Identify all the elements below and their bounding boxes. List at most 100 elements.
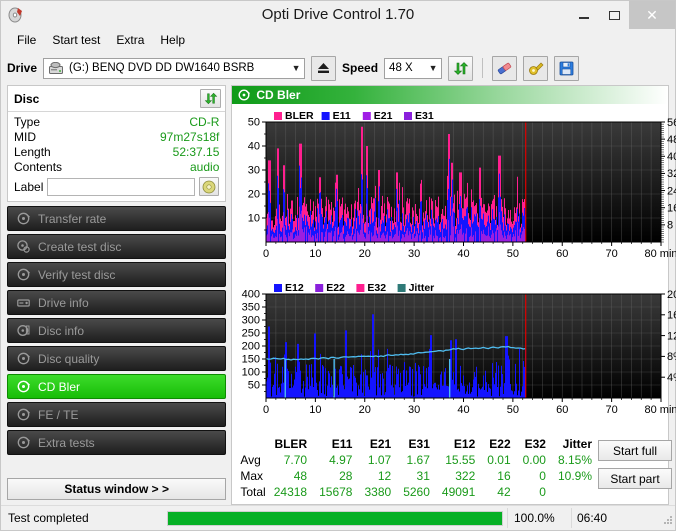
svg-text:80 min: 80 min [645, 404, 676, 416]
charts-svg[interactable]: BLER E11 E21 E3110203040500 10 20 30 40 50 60 70 80… [232, 104, 676, 428]
menu-bar: File Start test Extra Help [1, 29, 675, 51]
disc-key-length: Length [14, 145, 51, 159]
disc-label-key: Label [14, 179, 44, 194]
sidebar: Disc Type CD-R MID 97m27s18f Length 52:3… [7, 85, 227, 505]
status-bar: Test completed 100.0% 06:40 [1, 505, 675, 530]
status-message: Test completed [8, 511, 89, 525]
status-window-button[interactable]: Status window > > [7, 478, 227, 500]
sidebar-item-fe-te[interactable]: FE / TE [7, 402, 227, 427]
maximize-button[interactable] [599, 1, 629, 29]
disc-properties: Type CD-R MID 97m27s18f Length 52:37.15 … [8, 112, 225, 201]
eject-button[interactable] [311, 55, 337, 81]
drive-toolbar: Drive (G:) BENQ DVD DD DW1640 BSRB ▼ Spe… [1, 51, 675, 85]
progress-fill [168, 511, 502, 525]
svg-text:40 X: 40 X [667, 151, 676, 163]
sidebar-item-create-test-disc[interactable]: Create test disc [7, 234, 227, 259]
sidebar-item-label: Disc info [38, 323, 85, 338]
charts-area: BLER E11 E21 E31 10 20 30 40 50 0 10 20 30 40 50 60 70 80… [232, 104, 676, 435]
content-panel: CD Bler BLER E11 E21 E31 10 20 30 40 50 0 10 20 30 40… [231, 85, 676, 505]
svg-text:50: 50 [248, 117, 260, 129]
tools-button[interactable] [523, 55, 549, 81]
disc-refresh-button[interactable] [200, 89, 222, 108]
table-header-row: BLER E11 E21 E31 E12 E22 E32 Jitter [236, 437, 598, 452]
svg-text:16%: 16% [667, 310, 676, 322]
stat-max-e32: 0 [539, 469, 546, 483]
disc-key-type: Type [14, 115, 41, 129]
menu-item-help[interactable]: Help [152, 31, 193, 49]
stat-total-e31: 5260 [403, 485, 430, 499]
disc-row-type: Type CD-R [14, 115, 219, 130]
disc-icon [16, 435, 31, 450]
svg-text:8%: 8% [667, 351, 676, 363]
sidebar-item-label: Extra tests [38, 435, 95, 450]
elapsed-time: 06:40 [571, 508, 659, 528]
sidebar-item-label: Transfer rate [38, 211, 107, 226]
svg-text:16 X: 16 X [667, 203, 676, 215]
disc-icon [16, 351, 31, 366]
sidebar-item-label: Create test disc [38, 239, 122, 254]
stat-total-bler: 24318 [273, 485, 308, 499]
svg-text:4%: 4% [667, 372, 676, 384]
svg-text:E31: E31 [415, 110, 434, 122]
stat-avg-e31: 1.67 [406, 453, 430, 467]
svg-text:20: 20 [359, 404, 371, 416]
stat-total-jitter [552, 484, 598, 500]
erase-button[interactable] [492, 55, 518, 81]
save-button[interactable] [554, 55, 580, 81]
svg-text:300: 300 [242, 315, 260, 327]
sidebar-item-label: Drive info [38, 295, 89, 310]
stat-avg-e21: 1.07 [367, 453, 392, 467]
disc-row-mid: MID 97m27s18f [14, 130, 219, 145]
svg-text:60: 60 [557, 404, 569, 416]
toolbar-separator [482, 58, 484, 78]
stat-avg-e32: 0.00 [522, 453, 546, 467]
stat-max-e21: 12 [377, 469, 392, 483]
svg-text:80 min: 80 min [645, 248, 676, 260]
stat-avg-e11: 4.97 [329, 453, 353, 467]
disc-icon [16, 211, 31, 226]
svg-text:250: 250 [242, 328, 260, 340]
svg-text:150: 150 [242, 354, 260, 366]
start-full-button[interactable]: Start full [598, 440, 673, 461]
table-row: Total 24318 15678 3380 5260 49091 42 0 [236, 484, 598, 500]
start-part-button[interactable]: Start part [598, 468, 673, 489]
sidebar-item-cd-bler[interactable]: CD Bler [7, 374, 227, 399]
svg-text:12%: 12% [667, 330, 676, 342]
disc-value-contents: audio [190, 160, 220, 174]
resize-grip[interactable] [659, 511, 673, 525]
close-button[interactable]: ✕ [629, 1, 675, 29]
svg-text:Jitter: Jitter [409, 282, 435, 294]
sidebar-item-disc-info[interactable]: Disc info [7, 318, 227, 343]
svg-text:20: 20 [359, 248, 371, 260]
disc-label-button[interactable] [199, 177, 220, 196]
disc-icon [16, 379, 31, 394]
stat-row-label-total: Total [240, 485, 266, 499]
disc-label-row: Label [14, 177, 220, 196]
menu-item-start-test[interactable]: Start test [44, 31, 108, 49]
speed-select[interactable]: 48 X ▼ [384, 57, 443, 79]
refresh-button[interactable] [448, 55, 474, 81]
svg-text:30: 30 [248, 165, 260, 177]
menu-item-file[interactable]: File [9, 31, 44, 49]
stat-max-bler: 48 [293, 469, 308, 483]
drive-select[interactable]: (G:) BENQ DVD DD DW1640 BSRB ▼ [43, 57, 306, 79]
disc-label-input[interactable] [47, 177, 196, 196]
stat-avg-jitter: 8.15% [557, 453, 593, 467]
sidebar-item-verify-test-disc[interactable]: Verify test disc [7, 262, 227, 287]
speed-select-value: 48 X [389, 62, 413, 74]
stat-col-e11: E11 [331, 437, 353, 451]
sidebar-item-drive-info[interactable]: Drive info [7, 290, 227, 315]
svg-text:40: 40 [458, 404, 470, 416]
sidebar-item-transfer-rate[interactable]: Transfer rate [7, 206, 227, 231]
svg-text:E21: E21 [374, 110, 393, 122]
stat-col-e12: E12 [453, 437, 476, 451]
sidebar-item-disc-quality[interactable]: Disc quality [7, 346, 227, 371]
stat-total-e22: 42 [497, 485, 511, 499]
svg-text:10: 10 [310, 404, 322, 416]
svg-text:70: 70 [606, 404, 618, 416]
minimize-button[interactable] [569, 1, 599, 29]
sidebar-item-extra-tests[interactable]: Extra tests [7, 430, 227, 455]
menu-item-extra[interactable]: Extra [108, 31, 152, 49]
stat-col-e31: E31 [408, 437, 430, 451]
